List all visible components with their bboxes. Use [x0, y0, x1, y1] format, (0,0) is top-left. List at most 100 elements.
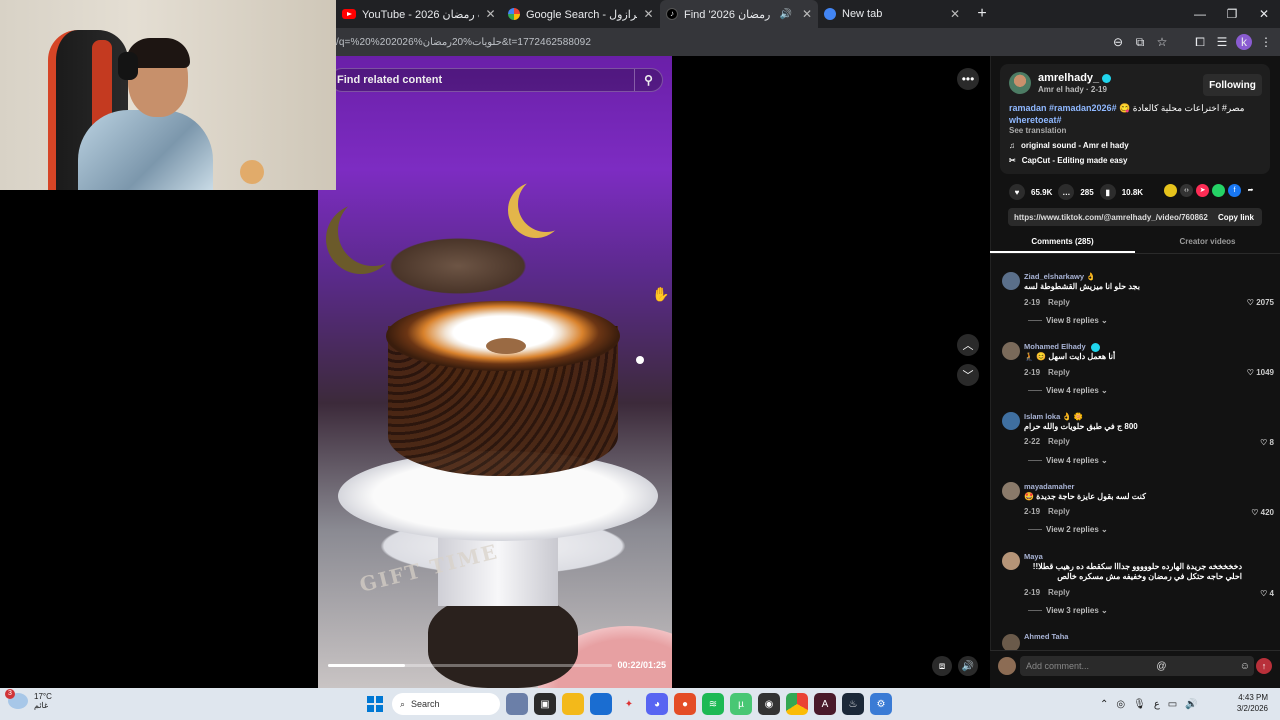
extensions-icon[interactable]: ⧠	[1192, 34, 1208, 50]
volume-icon[interactable]: 🔊	[958, 656, 978, 676]
url-text[interactable]: /q=%20%202026%حلويات%20رمضان&t=177246258…	[336, 37, 591, 48]
view-replies[interactable]: View 8 replies ⌄	[1028, 316, 1108, 325]
commenter-name[interactable]: Ahmed Taha	[1024, 632, 1068, 641]
author-avatar[interactable]	[1009, 72, 1031, 94]
tab-new-tab[interactable]: New tab ✕	[818, 0, 968, 28]
add-comment-input[interactable]: Add comment... @ ☺	[1020, 656, 1254, 676]
commenter-avatar[interactable]	[1002, 634, 1020, 650]
see-translation-link[interactable]: See translation	[1009, 126, 1066, 135]
reply-button[interactable]: Reply	[1048, 437, 1070, 446]
caption-hashtag-wheretoeat[interactable]: #wheretoeat	[1009, 115, 1062, 125]
emoji-share-icon[interactable]	[1164, 184, 1177, 197]
next-video-button[interactable]: ﹀	[957, 364, 979, 386]
zoom-icon[interactable]: ⊖	[1110, 34, 1126, 50]
restore-icon[interactable]: ❐	[1216, 0, 1248, 28]
view-replies-label[interactable]: View 4 replies	[1046, 456, 1099, 465]
view-replies-label[interactable]: View 8 replies	[1046, 316, 1099, 325]
cast-icon[interactable]: ⧉	[1132, 34, 1148, 50]
sound-row[interactable]: ♫ original sound - Amr el hady	[1009, 141, 1129, 150]
system-clock[interactable]: 4:43 PM 3/2/2026	[1232, 692, 1268, 714]
chevron-up-icon[interactable]: ⌃	[1100, 699, 1108, 710]
taskbar-search[interactable]: ⌕ Search	[392, 693, 500, 715]
view-replies-label[interactable]: View 2 replies	[1046, 525, 1099, 534]
microphone-icon[interactable]: 🎙	[1133, 699, 1146, 710]
view-replies-label[interactable]: View 4 replies	[1046, 386, 1099, 395]
speaker-icon[interactable]: 🔊	[1185, 699, 1197, 710]
comment-likes[interactable]: ♡ 1049	[1247, 368, 1274, 377]
keyboard-language[interactable]: ع	[1154, 699, 1160, 710]
comment-likes[interactable]: ♡ 2075	[1247, 298, 1274, 307]
copy-link-button[interactable]: Copy link	[1218, 213, 1262, 222]
comment-likes[interactable]: ♡ 4	[1260, 589, 1274, 598]
utorrent-icon[interactable]: µ	[730, 693, 752, 715]
capcut-row[interactable]: ✂ CapCut - Editing made easy	[1009, 156, 1128, 165]
commenter-avatar[interactable]	[1002, 482, 1020, 500]
related-content-search[interactable]: Find related content ⚲	[330, 68, 663, 92]
chrome-taskbar-icon[interactable]	[786, 693, 808, 715]
previous-video-button[interactable]: ︿	[957, 334, 979, 356]
obs-icon[interactable]: ◉	[758, 693, 780, 715]
close-tab-icon[interactable]: ✕	[485, 7, 496, 21]
post-comment-button[interactable]: ↑	[1256, 658, 1272, 674]
share-arrow-icon[interactable]: ➦	[1244, 184, 1257, 197]
video-player[interactable]: GIFT TIME	[318, 56, 672, 688]
post-author[interactable]: amrelhady_ Amr el hady · 2-19	[1009, 72, 1112, 94]
bookmark-star-icon[interactable]: ☆	[1154, 34, 1170, 50]
search-icon[interactable]: ⚲	[634, 69, 662, 91]
comment-icon[interactable]: …	[1058, 184, 1075, 200]
app-icon-red[interactable]: ✦	[618, 693, 640, 715]
tab-comments[interactable]: Comments (285)	[990, 232, 1135, 253]
profile-avatar[interactable]: k	[1236, 34, 1252, 50]
discord-icon[interactable]: ◕	[646, 693, 668, 715]
more-options-button[interactable]: •••	[957, 68, 979, 90]
tab-tiktok[interactable]: ♪ Find '2026 حلويات رمضان ' 🔊 ✕	[660, 0, 818, 28]
address-bar[interactable]: /q=%20%202026%حلويات%20رمضان&t=177246258…	[336, 28, 1280, 56]
adobe-icon[interactable]: A	[814, 693, 836, 715]
widgets-icon[interactable]	[506, 693, 528, 715]
video-progress-bar[interactable]	[328, 664, 612, 667]
mention-icon[interactable]: @	[1156, 661, 1172, 672]
author-username[interactable]: amrelhady_	[1038, 72, 1099, 84]
close-tab-icon[interactable]: ✕	[802, 7, 812, 21]
file-explorer-icon[interactable]	[562, 693, 584, 715]
reply-button[interactable]: Reply	[1048, 368, 1070, 377]
comment-likes[interactable]: ♡ 420	[1251, 508, 1274, 517]
tab-creator-videos[interactable]: Creator videos	[1135, 232, 1280, 253]
capcut-label[interactable]: CapCut - Editing made easy	[1022, 156, 1128, 165]
media-queue-icon[interactable]: ☰	[1214, 34, 1230, 50]
tab-google-search[interactable]: Google Search - داوني برازول ✕	[502, 0, 660, 28]
store-icon[interactable]	[590, 693, 612, 715]
send-icon[interactable]: ➤	[1196, 184, 1209, 197]
commenter-avatar[interactable]	[1002, 342, 1020, 360]
monitor-icon[interactable]: ▭	[1168, 699, 1177, 710]
commenter-name[interactable]: Islam loka 👌 🌼	[1024, 412, 1083, 421]
close-window-icon[interactable]: ✕	[1248, 0, 1280, 28]
whatsapp-icon[interactable]	[1212, 184, 1225, 197]
reply-button[interactable]: Reply	[1048, 298, 1070, 307]
windows-start-icon[interactable]	[364, 693, 386, 715]
close-tab-icon[interactable]: ✕	[643, 7, 654, 21]
comment-likes[interactable]: ♡ 8	[1260, 438, 1274, 447]
view-replies[interactable]: View 4 replies ⌄	[1028, 386, 1108, 395]
steam-icon[interactable]: ♨	[842, 693, 864, 715]
following-button[interactable]: Following	[1203, 74, 1262, 96]
bookmark-icon[interactable]: ▮	[1099, 184, 1116, 200]
video-link[interactable]: https://www.tiktok.com/@amrelhady_/video…	[1008, 213, 1208, 222]
view-replies[interactable]: View 2 replies ⌄	[1028, 525, 1108, 534]
commenter-name[interactable]: Maya	[1024, 552, 1043, 561]
commenter-name[interactable]: Ziad_elsharkawy 👌	[1024, 272, 1095, 281]
reply-button[interactable]: Reply	[1048, 507, 1070, 516]
commenter-avatar[interactable]	[1002, 552, 1020, 570]
emoji-icon[interactable]: ☺	[1240, 661, 1254, 672]
sound-name[interactable]: original sound - Amr el hady	[1021, 141, 1129, 150]
settings-app-icon[interactable]: ⚙	[870, 693, 892, 715]
spotify-icon[interactable]: ≋	[702, 693, 724, 715]
view-replies[interactable]: View 3 replies ⌄	[1028, 606, 1108, 615]
network-globe-icon[interactable]: ◎	[1116, 699, 1125, 710]
weather-widget[interactable]: 3 17°C غائم	[5, 689, 52, 710]
new-tab-button[interactable]: +	[968, 5, 996, 23]
commenter-name[interactable]: mayadamaher	[1024, 482, 1074, 491]
commenter-name-text[interactable]: Mohamed Elhady	[1024, 342, 1086, 351]
embed-icon[interactable]: ‹›	[1180, 184, 1193, 197]
task-view-icon[interactable]: ▣	[534, 693, 556, 715]
